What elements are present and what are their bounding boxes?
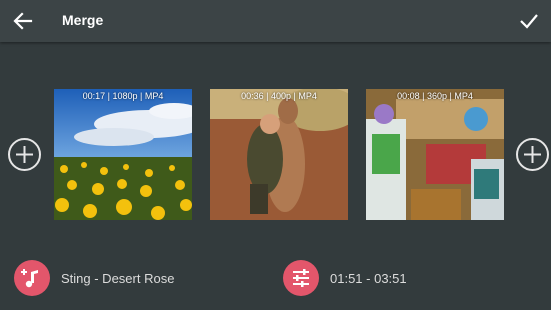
back-button[interactable] bbox=[10, 9, 36, 33]
music-track-label: Sting - Desert Rose bbox=[61, 271, 175, 286]
plus-icon bbox=[16, 146, 33, 163]
music-add-icon bbox=[21, 269, 38, 288]
toy-room-image bbox=[366, 89, 504, 220]
sliders-icon bbox=[293, 269, 309, 287]
page-title: Merge bbox=[62, 12, 104, 28]
top-app-bar: Merge bbox=[0, 0, 551, 42]
kangaroo-hug-image bbox=[210, 89, 348, 220]
dandelion-field-image bbox=[54, 89, 192, 220]
arrow-left-icon bbox=[13, 12, 33, 30]
check-icon bbox=[520, 14, 538, 29]
adjust-music-button[interactable] bbox=[283, 260, 319, 296]
add-clip-after-button[interactable] bbox=[516, 138, 549, 171]
clip-thumbnail-2[interactable]: 00:36 | 400p | MP4 bbox=[210, 89, 348, 220]
confirm-button[interactable] bbox=[517, 9, 541, 33]
clip-info-1: 00:17 | 1080p | MP4 bbox=[82, 91, 164, 101]
add-music-button[interactable] bbox=[14, 260, 50, 296]
plus-icon bbox=[524, 146, 541, 163]
music-range-label: 01:51 - 03:51 bbox=[330, 271, 407, 286]
clip-thumbnail-3[interactable]: 00:08 | 360p | MP4 bbox=[366, 89, 504, 220]
add-clip-before-button[interactable] bbox=[8, 138, 41, 171]
clip-info-3: 00:08 | 360p | MP4 bbox=[397, 91, 473, 101]
clip-info-2: 00:36 | 400p | MP4 bbox=[241, 91, 317, 101]
clip-thumbnail-1[interactable]: 00:17 | 1080p | MP4 bbox=[54, 89, 192, 220]
